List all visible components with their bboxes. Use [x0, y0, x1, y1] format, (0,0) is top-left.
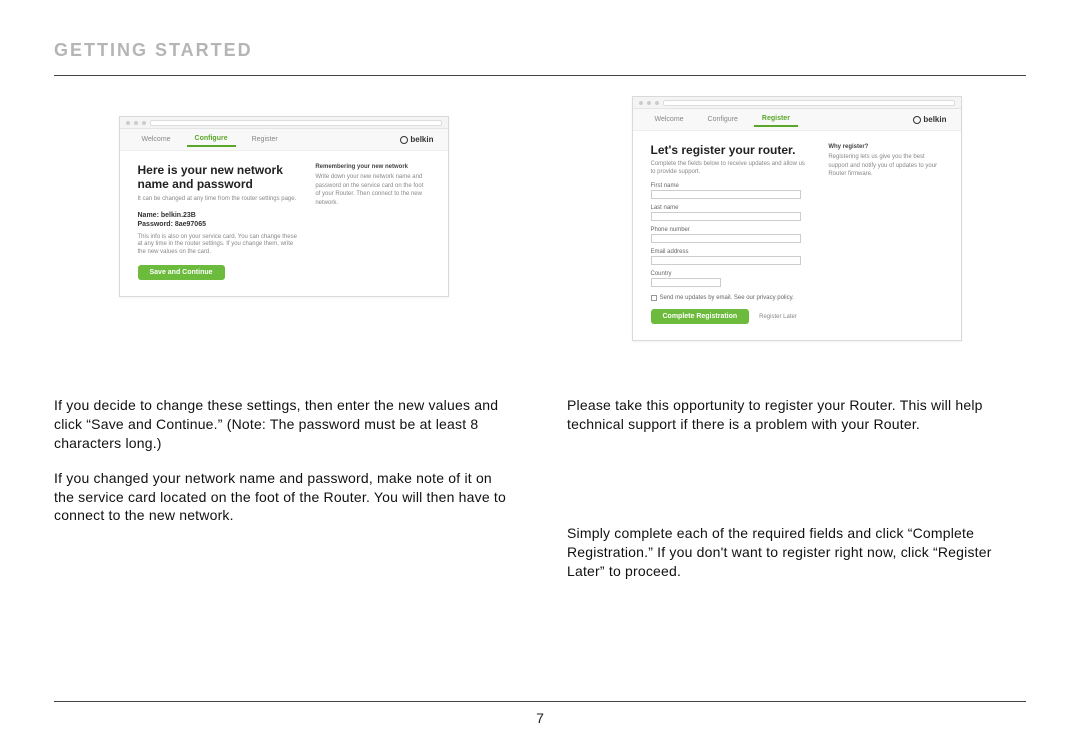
network-note: This info is also on your service card. …: [138, 234, 298, 257]
save-continue-button: Save and Continue: [138, 265, 225, 280]
belkin-logo: belkin: [913, 115, 946, 124]
right-body-text: Please take this opportunity to register…: [567, 396, 1026, 596]
updates-checkbox-row: Send me updates by email. See our privac…: [651, 295, 811, 301]
complete-registration-button: Complete Registration: [651, 309, 750, 324]
network-password: Password: 8ae97065: [138, 221, 298, 228]
field-phone: Phone number: [651, 227, 811, 243]
tab-register: Register: [244, 133, 286, 146]
field-firstname: First name: [651, 183, 811, 199]
divider-bottom: [54, 701, 1026, 702]
left-body-text: If you decide to change these settings, …: [54, 396, 513, 541]
network-name: Name: belkin.23B: [138, 212, 298, 219]
screenshot-right-wrap: Welcome Configure Register belkin Let's …: [567, 116, 1026, 376]
column-right: Welcome Configure Register belkin Let's …: [567, 116, 1026, 596]
right-paragraph-2: Simply complete each of the required fie…: [567, 524, 1026, 581]
logo-ring-icon: [913, 116, 921, 124]
screenshot-body: Here is your new network name and passwo…: [120, 151, 448, 296]
screenshot-body: Let's register your router. Complete the…: [633, 131, 961, 340]
left-paragraph-2: If you changed your network name and pas…: [54, 469, 513, 526]
column-left: Welcome Configure Register belkin Here i…: [54, 116, 513, 596]
tab-configure: Configure: [700, 113, 746, 126]
register-subtext: Complete the fields below to receive upd…: [651, 161, 811, 177]
side-heading: Why register?: [828, 143, 942, 151]
network-heading: Here is your new network name and passwo…: [138, 163, 298, 192]
right-paragraph-1: Please take this opportunity to register…: [567, 396, 1026, 434]
register-later-link: Register Later: [759, 314, 797, 320]
field-lastname: Last name: [651, 205, 811, 221]
setup-wizard-nav: Welcome Configure Register belkin: [633, 109, 961, 131]
tab-welcome: Welcome: [134, 133, 179, 146]
divider-top: [54, 75, 1026, 76]
register-heading: Let's register your router.: [651, 143, 811, 157]
tab-configure: Configure: [187, 132, 236, 147]
screenshot-network-info: Welcome Configure Register belkin Here i…: [119, 116, 449, 297]
screenshot-left-wrap: Welcome Configure Register belkin Here i…: [54, 116, 513, 376]
side-body: Registering lets us give you the best su…: [828, 153, 942, 178]
page-number: 7: [0, 710, 1080, 726]
setup-wizard-nav: Welcome Configure Register belkin: [120, 129, 448, 151]
tab-register: Register: [754, 112, 798, 127]
left-paragraph-1: If you decide to change these settings, …: [54, 396, 513, 453]
screenshot-register: Welcome Configure Register belkin Let's …: [632, 96, 962, 341]
browser-urlbar: [120, 117, 448, 129]
side-heading: Remembering your new network: [315, 163, 429, 171]
content-columns: Welcome Configure Register belkin Here i…: [54, 116, 1026, 596]
side-body: Write down your new network name and pas…: [315, 173, 429, 207]
checkbox-icon: [651, 295, 657, 301]
browser-urlbar: [633, 97, 961, 109]
field-country: Country: [651, 271, 811, 289]
logo-ring-icon: [400, 136, 408, 144]
tab-welcome: Welcome: [647, 113, 692, 126]
field-email: Email address: [651, 249, 811, 265]
network-subtext: It can be changed at any time from the r…: [138, 196, 298, 204]
belkin-logo: belkin: [400, 135, 433, 144]
page-title: GETTING STARTED: [54, 40, 1026, 61]
